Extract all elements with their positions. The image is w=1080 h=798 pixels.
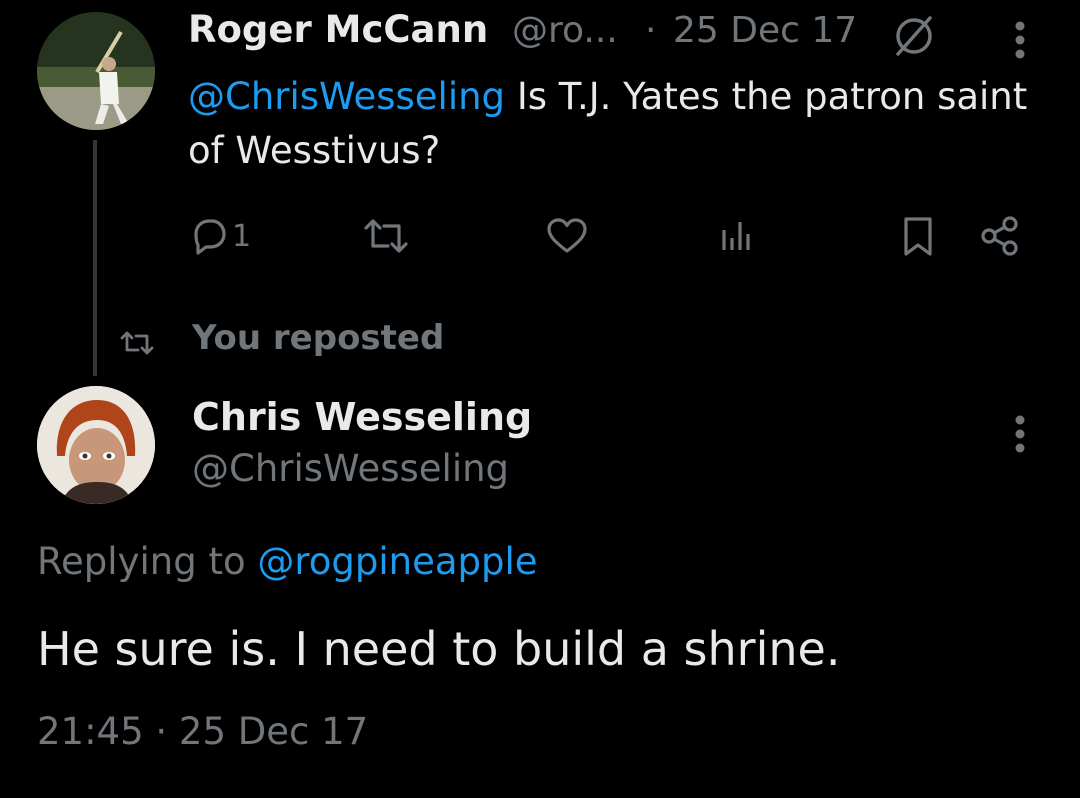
- separator-dot: ·: [645, 10, 657, 51]
- share-button[interactable]: [978, 214, 1022, 258]
- tweet-date[interactable]: 25 Dec 17: [673, 10, 857, 51]
- reply-icon: [194, 219, 226, 255]
- views-icon: [722, 222, 750, 250]
- views-button[interactable]: [716, 214, 756, 258]
- more-icon: [1015, 415, 1025, 453]
- like-button[interactable]: [545, 214, 589, 258]
- author-name[interactable]: Chris Wesseling: [192, 395, 532, 439]
- mention-link[interactable]: @ChrisWesseling: [188, 75, 505, 118]
- mute-icon: [890, 14, 938, 58]
- repost-icon: [120, 330, 154, 356]
- author-handle[interactable]: @ro...: [512, 10, 618, 51]
- more-icon: [1015, 21, 1025, 59]
- more-options-button[interactable]: [1000, 410, 1040, 458]
- reply-button[interactable]: 1: [188, 214, 251, 258]
- repost-button[interactable]: [362, 214, 410, 258]
- replying-handle-link[interactable]: @rogpineapple: [257, 540, 537, 583]
- reposted-label: You reposted: [192, 318, 445, 358]
- tweet-text: He sure is. I need to build a shrine.: [37, 622, 841, 676]
- author-handle[interactable]: @ChrisWesseling: [192, 447, 509, 490]
- bookmark-button[interactable]: [898, 214, 938, 258]
- share-icon: [981, 216, 1018, 256]
- tweet-text: @ChrisWesseling Is T.J. Yates the patron…: [188, 70, 1048, 178]
- replying-to: Replying to @rogpineapple: [37, 540, 538, 583]
- repost-icon: [364, 219, 408, 253]
- replying-prefix: Replying to: [37, 540, 258, 583]
- author-name[interactable]: Roger McCann: [188, 8, 488, 51]
- more-options-button[interactable]: [1000, 16, 1040, 64]
- thread-line: [93, 140, 97, 376]
- bookmark-icon: [904, 217, 932, 256]
- avatar-chris-wesseling[interactable]: [37, 386, 155, 504]
- tweet-timestamp[interactable]: 21:45 · 25 Dec 17: [37, 710, 368, 753]
- avatar-roger-mccann[interactable]: [37, 12, 155, 130]
- reply-count: 1: [232, 218, 252, 254]
- like-icon: [547, 218, 587, 253]
